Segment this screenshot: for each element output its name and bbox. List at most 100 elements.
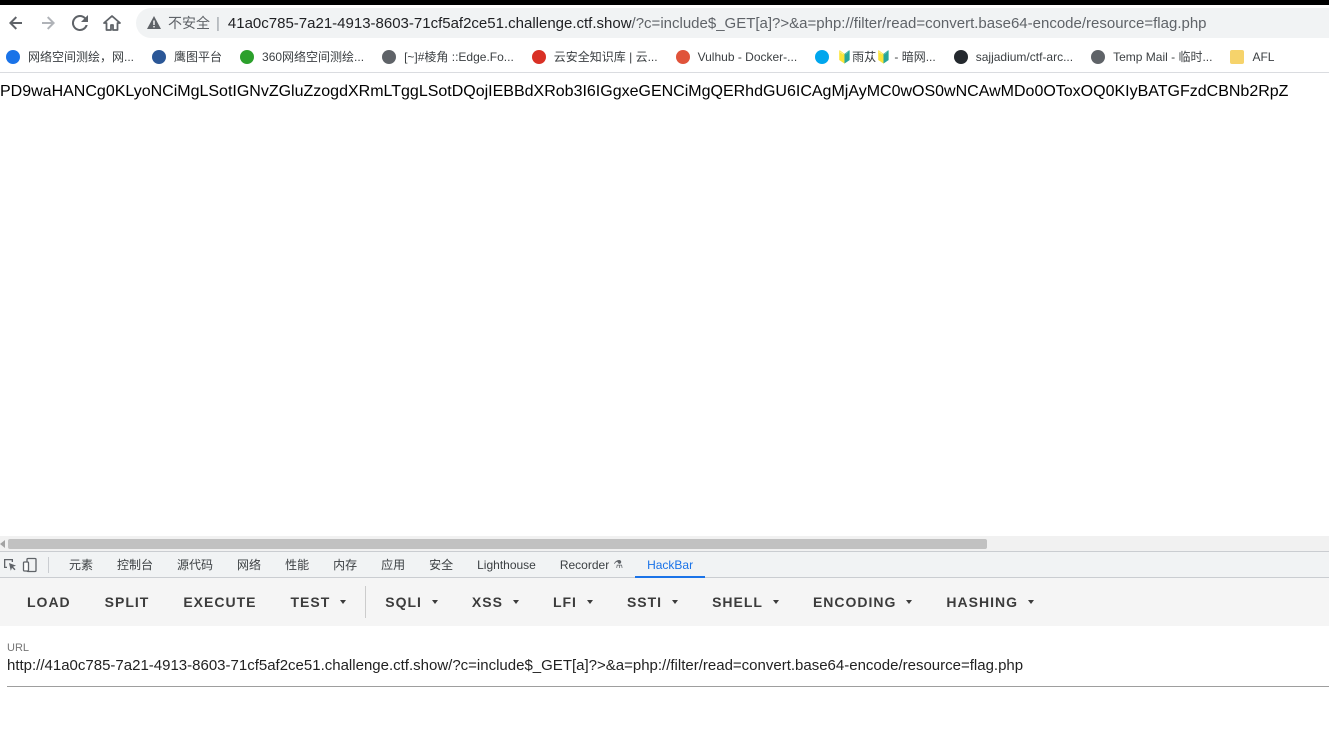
hackbar-shell-button[interactable]: SHELL xyxy=(695,594,796,610)
hackbar-encoding-button[interactable]: ENCODING xyxy=(796,594,929,610)
github-icon xyxy=(953,49,968,64)
dropdown-caret-icon xyxy=(1027,600,1034,604)
url-field-underline xyxy=(7,686,1329,687)
bookmark-item[interactable]: [~]#棱角 ::Edge.Fo... xyxy=(382,48,514,65)
hackbar-test-button[interactable]: TEST xyxy=(273,594,363,610)
devtools-tab[interactable]: 网络 xyxy=(225,552,273,578)
bookmark-item[interactable]: 网络空间测绘，网... xyxy=(6,48,134,65)
address-separator: | xyxy=(216,14,220,32)
url-field-label: URL xyxy=(7,642,30,654)
dropdown-caret-icon xyxy=(772,600,779,604)
devtools-tab[interactable]: 安全 xyxy=(417,552,465,578)
eagle-icon xyxy=(152,49,167,64)
back-arrow-icon xyxy=(9,16,22,30)
experiment-flask-icon: ⚗ xyxy=(613,559,624,571)
reload-icon xyxy=(71,14,88,31)
bookmark-item[interactable]: sajjadium/ctf-arc... xyxy=(953,49,1074,64)
dropdown-caret-icon xyxy=(340,600,347,604)
vulhub-icon xyxy=(675,49,690,64)
bookmark-item[interactable]: 360网络空间测绘... xyxy=(240,48,364,65)
bookmark-label: AFL xyxy=(1252,49,1275,64)
address-path: /?c=include$_GET[a]?>&a=php://filter/rea… xyxy=(631,14,1207,32)
back-button[interactable] xyxy=(0,7,32,39)
hackbar-button-label: EXECUTE xyxy=(183,594,257,610)
address-host: 41a0c785-7a21-4913-8603-71cf5af2ce51.cha… xyxy=(227,14,632,32)
browser-toolbar: 不安全 | 41a0c785-7a21-4913-8603-71cf5af2ce… xyxy=(0,5,1329,41)
devtools-tab[interactable]: Lighthouse xyxy=(465,552,548,578)
bookmark-label: sajjadium/ctf-arc... xyxy=(975,49,1074,64)
devtools-tab[interactable]: 性能 xyxy=(273,552,321,578)
hackbar-xss-button[interactable]: XSS xyxy=(455,594,536,610)
hackbar-execute-button[interactable]: EXECUTE xyxy=(166,594,273,610)
hackbar-button-label: ENCODING xyxy=(812,594,897,610)
bookmark-item[interactable]: 🔰雨苁🔰 - 暗网... xyxy=(815,48,936,65)
hackbar-button-label: SSTI xyxy=(626,594,663,610)
360-icon xyxy=(240,49,255,64)
devtools-separator xyxy=(48,556,49,573)
forward-button[interactable] xyxy=(32,7,64,39)
hackbar-sqli-button[interactable]: SQLI xyxy=(368,594,455,610)
cloud-icon xyxy=(531,49,546,64)
folder-icon xyxy=(1230,49,1245,64)
dropdown-caret-icon xyxy=(586,600,593,604)
scroll-left-arrow-icon[interactable] xyxy=(0,540,5,548)
hackbar-button-label: LOAD xyxy=(27,594,71,610)
mail-icon xyxy=(1091,49,1106,64)
hackbar-button-label: XSS xyxy=(471,594,503,610)
scrollbar-thumb[interactable] xyxy=(8,539,987,549)
dropdown-caret-icon xyxy=(906,600,913,604)
bookmark-label: Temp Mail - 临时... xyxy=(1113,50,1213,64)
bookmark-item[interactable]: Vulhub - Docker-... xyxy=(675,49,798,64)
devtools-tab[interactable]: 应用 xyxy=(369,552,417,578)
devtools-tab[interactable]: HackBar xyxy=(635,552,706,578)
home-button[interactable] xyxy=(96,7,128,39)
devtools-tab[interactable]: Recorder xyxy=(548,552,613,578)
hackbar-load-button[interactable]: LOAD xyxy=(10,594,88,610)
url-field[interactable]: http://41a0c785-7a21-4913-8603-71cf5af2c… xyxy=(7,657,1329,674)
hackbar-button-label: TEST xyxy=(290,594,331,610)
arrow-icon xyxy=(815,49,830,64)
hackbar-url-panel: URL http://41a0c785-7a21-4913-8603-71cf5… xyxy=(0,626,1329,726)
hackbar-divider xyxy=(365,586,367,618)
bookmark-item[interactable]: 云安全知识库 | 云... xyxy=(531,48,658,65)
bookmark-item[interactable]: Temp Mail - 临时... xyxy=(1091,48,1212,65)
bookmark-label: 🔰雨苁🔰 - 暗网... xyxy=(837,50,936,64)
hackbar-ssti-button[interactable]: SSTI xyxy=(610,594,695,610)
bookmark-label: 云安全知识库 | 云... xyxy=(553,50,658,64)
hackbar-hashing-button[interactable]: HASHING xyxy=(929,594,1051,610)
devtools-tab[interactable]: 源代码 xyxy=(165,552,225,578)
bookmark-label: Vulhub - Docker-... xyxy=(697,49,798,64)
devtools-tab[interactable]: 内存 xyxy=(321,552,369,578)
page-content: PD9waHANCg0KLyoNCiMgLSotIGNvZGluZzogdXRm… xyxy=(0,73,1329,551)
hackbar-toolbar: LOAD SPLIT EXECUTE TEST SQLI XSS LFI SSTI SHELL E… xyxy=(0,578,1329,626)
horizontal-scrollbar[interactable] xyxy=(0,536,1329,551)
inspect-element-icon[interactable] xyxy=(2,557,18,573)
hackbar-button-label: LFI xyxy=(552,594,577,610)
devtools-tab-strip: 元素 控制台 源代码 网络 性能 内存 应用 安全 Lighthouse Recorder ⚗ Hac… xyxy=(0,551,1329,578)
devtools-tab[interactable]: 控制台 xyxy=(105,552,165,578)
bookmark-item[interactable]: 鹰图平台 xyxy=(152,48,222,65)
forward-arrow-icon xyxy=(42,16,55,30)
globe-icon xyxy=(6,49,20,64)
plane-icon xyxy=(382,49,397,64)
dropdown-caret-icon xyxy=(512,600,519,604)
hackbar-button-label: SQLI xyxy=(385,594,422,610)
home-icon xyxy=(103,15,121,31)
hackbar-split-button[interactable]: SPLIT xyxy=(88,594,167,610)
bookmark-item[interactable]: AFL xyxy=(1230,49,1275,64)
hackbar-lfi-button[interactable]: LFI xyxy=(536,594,610,610)
bookmark-label: 鹰图平台 xyxy=(174,50,223,64)
address-bar[interactable]: 不安全 | 41a0c785-7a21-4913-8603-71cf5af2ce… xyxy=(136,8,1329,38)
bookmark-label: [~]#棱角 ::Edge.Fo... xyxy=(404,50,514,64)
devtools-tab[interactable]: 元素 xyxy=(57,552,105,578)
hackbar-button-label: SPLIT xyxy=(104,594,150,610)
not-secure-label[interactable]: 不安全 xyxy=(168,13,210,33)
dropdown-caret-icon xyxy=(672,600,679,604)
reload-button[interactable] xyxy=(64,7,96,39)
hackbar-button-label: HASHING xyxy=(946,594,1018,610)
bookmark-label: 360网络空间测绘... xyxy=(262,50,365,64)
warning-triangle-icon xyxy=(147,16,161,29)
device-toolbar-icon[interactable] xyxy=(22,557,38,573)
bookmark-label: 网络空间测绘，网... xyxy=(28,50,135,64)
bookmarks-bar: 网络空间测绘，网... 鹰图平台 360网络空间测绘... [~]#棱角 ::Edge… xyxy=(0,41,1329,73)
